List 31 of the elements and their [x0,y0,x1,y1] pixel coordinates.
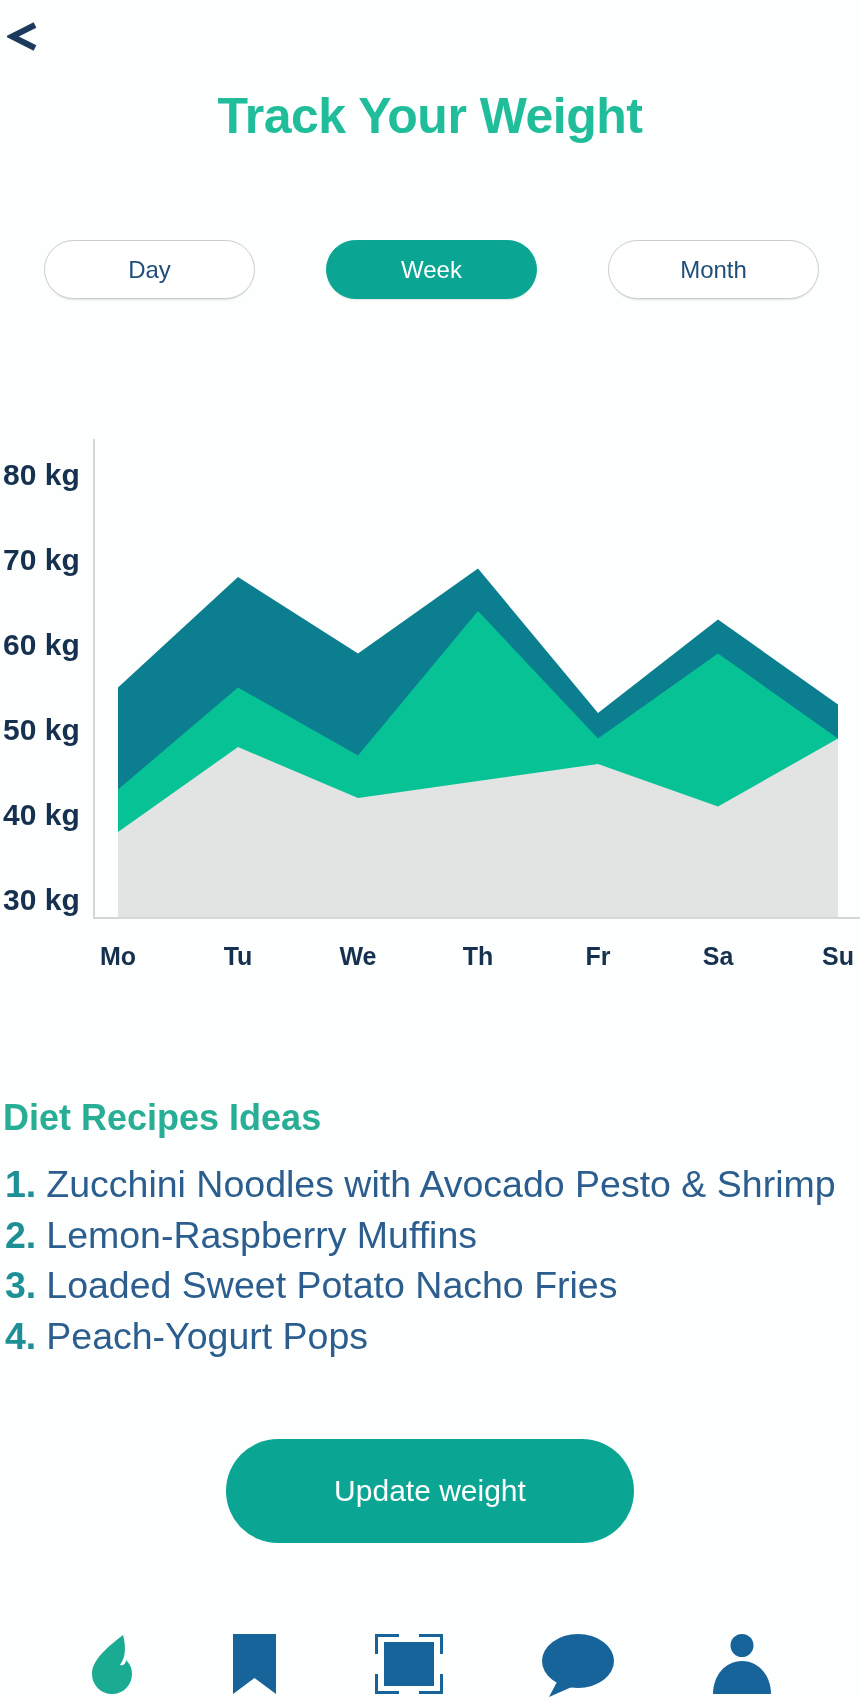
frame-icon[interactable] [375,1634,443,1694]
y-axis-label: 70 kg [3,543,80,576]
flame-icon[interactable] [90,1634,134,1694]
recipe-name: Peach-Yogurt Pops [46,1313,369,1359]
x-axis-label: We [339,942,377,970]
list-number: 3. [5,1263,37,1308]
recipe-name: Lemon-Raspberry Muffins [46,1212,478,1258]
y-axis-label: 40 kg [3,798,80,831]
person-icon[interactable] [713,1634,771,1694]
list-number: 4. [5,1313,37,1359]
section-heading: Diet Recipes Ideas [3,1096,322,1140]
y-axis-label: 80 kg [3,458,80,491]
chat-bubble-icon[interactable] [542,1634,614,1697]
bookmark-icon[interactable] [233,1634,276,1694]
period-tab[interactable]: Month [608,240,819,299]
period-tab[interactable]: Day [44,240,255,299]
x-axis-label: Tu [223,942,253,970]
list-number: 1. [5,1162,37,1207]
y-axis-label: 60 kg [3,628,80,661]
y-axis-label: 30 kg [3,883,80,916]
x-axis-label: Sa [702,942,734,970]
x-axis-label: Mo [99,942,137,970]
recipe-name: Loaded Sweet Potato Nacho Fries [46,1263,618,1308]
back-icon[interactable] [7,21,38,52]
recipe-name: Zucchini Noodles with Avocado Pesto & Shrimp [46,1162,836,1207]
y-axis-label: 50 kg [3,713,80,746]
x-axis-label: Th [462,942,494,970]
list-number: 2. [5,1212,37,1258]
x-axis-label: Fr [585,942,611,970]
x-axis-label: Su [822,942,854,970]
page-title: Track Your Weight [217,87,643,145]
